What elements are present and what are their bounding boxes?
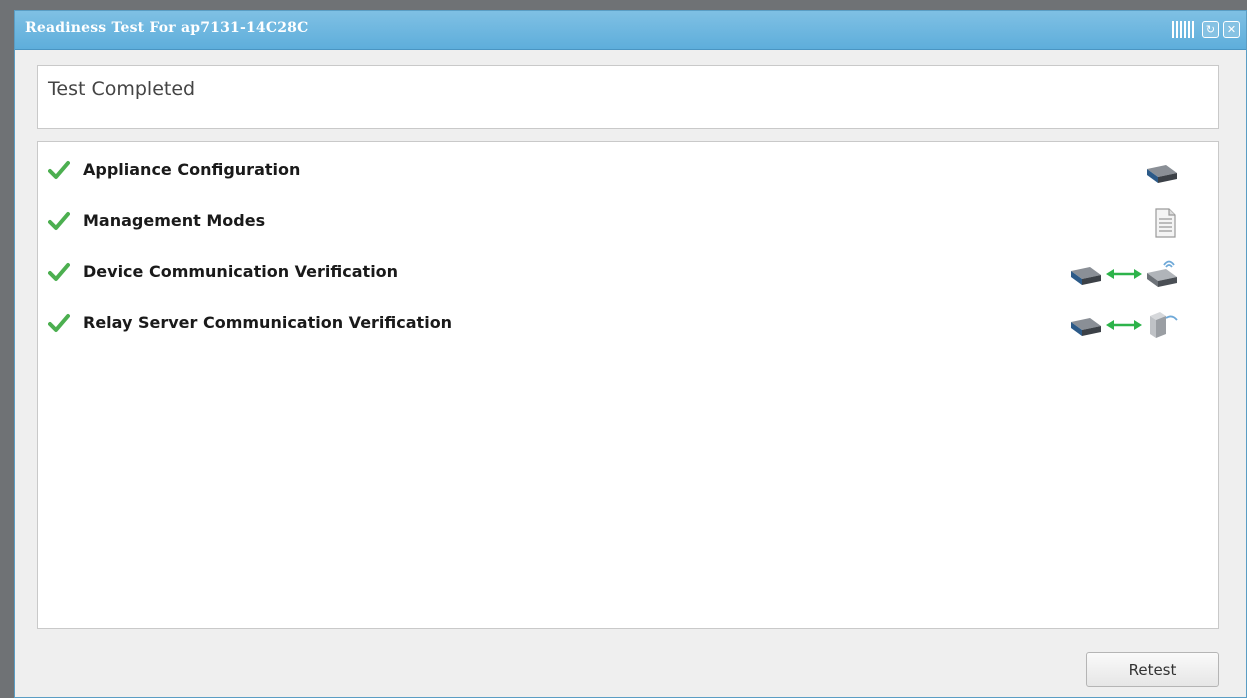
test-row-relay-server-communication-verification: Relay Server Communication Verification [38, 305, 1218, 345]
wireless-ap-icon [1147, 260, 1177, 287]
retest-button[interactable]: Retest [1086, 652, 1219, 687]
appliance-icon [1147, 165, 1177, 183]
test-label: Management Modes [83, 211, 266, 230]
check-icon [48, 161, 70, 179]
test-icons [1068, 307, 1180, 343]
test-row-management-modes: Management Modes [38, 203, 1218, 243]
test-icons [1068, 256, 1180, 292]
resize-grip-icon[interactable] [1172, 21, 1194, 38]
check-icon [48, 314, 70, 332]
test-label: Relay Server Communication Verification [83, 313, 453, 332]
test-list: Appliance Configuration Management Modes [37, 141, 1219, 629]
appliance-icon [1071, 267, 1101, 285]
test-row-device-communication-verification: Device Communication Verification [38, 254, 1218, 294]
test-icons [1150, 205, 1180, 241]
status-panel: Test Completed [37, 65, 1219, 129]
close-icon[interactable]: ✕ [1223, 21, 1240, 38]
check-icon [48, 212, 70, 230]
test-label: Appliance Configuration [83, 160, 301, 179]
document-icon [1155, 208, 1176, 238]
refresh-icon[interactable]: ↻ [1202, 21, 1219, 38]
readiness-test-dialog: Readiness Test For ap7131-14C28C ↻ ✕ Tes… [14, 10, 1247, 698]
dialog-title: Readiness Test For ap7131-14C28C [25, 20, 309, 36]
check-icon [48, 263, 70, 281]
appliance-icon [1071, 318, 1101, 336]
status-text: Test Completed [48, 78, 196, 100]
test-label: Device Communication Verification [83, 262, 399, 281]
relay-server-icon [1150, 312, 1178, 338]
title-controls: ↻ ✕ [1172, 21, 1240, 38]
bidirectional-arrow-icon [1106, 320, 1142, 330]
title-bar[interactable]: Readiness Test For ap7131-14C28C ↻ ✕ [15, 11, 1246, 50]
bidirectional-arrow-icon [1106, 269, 1142, 279]
test-icons [1144, 154, 1180, 190]
test-row-appliance-configuration: Appliance Configuration [38, 152, 1218, 192]
